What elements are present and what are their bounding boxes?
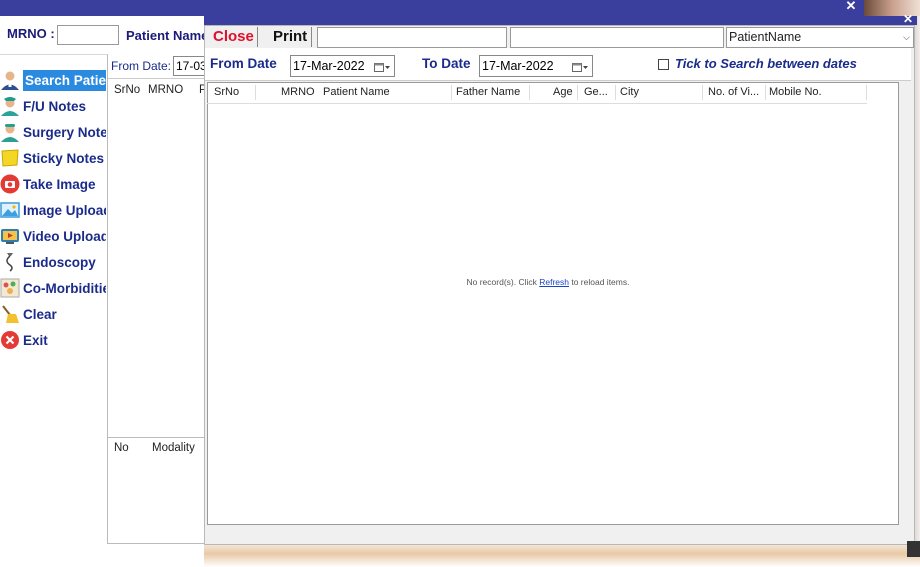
chevron-down-icon: ⌵ [903,32,910,42]
from-date-value: 17-Mar-2022 [293,59,365,73]
search-input-secondary[interactable] [510,27,724,48]
grid-column-divider [702,85,703,100]
menu-item-label: Exit [23,332,48,348]
patient-name-label: Patient Name [126,28,209,43]
empty-message-text-end: to reload items. [569,277,630,287]
mid-grid-header-no: No [114,442,129,454]
search-field-select[interactable]: PatientName ⌵ [726,27,914,48]
mid-from-date-label: From Date: [111,59,172,73]
menu-item-label: Co-Morbidities [23,280,106,296]
comorbidity-icon [0,278,20,298]
mid-patient-grid[interactable]: SrNo MRNO P [108,78,207,436]
scrollbar-corner [907,541,920,557]
grid-header-srno[interactable]: SrNo [214,86,239,98]
to-date-label: To Date [422,56,471,71]
grid-header-patient-name[interactable]: Patient Name [323,86,390,98]
dialog-titlebar [204,16,917,25]
menu-item-label: Search Patient [23,69,106,91]
calendar-icon[interactable] [374,60,390,72]
menu-item-sticky-notes[interactable]: Sticky Notes [0,146,106,170]
menu-item-label: Clear [23,306,57,322]
grid-column-divider [255,85,256,100]
mid-from-date-input[interactable]: 17-03 [173,56,208,76]
empty-grid-message: No record(s). Click Refresh to reload it… [207,277,889,287]
grid-column-divider [577,85,578,100]
refresh-link[interactable]: Refresh [539,277,569,287]
mrno-input[interactable] [57,25,119,45]
menu-item-label: Surgery Notes [23,124,106,140]
broom-icon [0,304,20,324]
menu-item-exit[interactable]: Exit [0,328,106,352]
print-button[interactable]: Print [269,27,313,47]
patient-results-grid[interactable] [207,82,899,525]
camera-icon [0,174,20,194]
empty-message-text: No record(s). Click [466,277,540,287]
sticky-note-icon [0,148,20,168]
menu-item-take-image[interactable]: Take Image [0,172,106,196]
menu-item-endoscopy[interactable]: Endoscopy [0,250,106,274]
menu-item-label: Sticky Notes [23,150,105,166]
date-range-checkbox[interactable] [658,59,669,70]
background-titlebar [0,0,920,16]
menu-item-co-morbidities[interactable]: Co-Morbidities [0,276,106,300]
menu-item-fu-notes[interactable]: F/U Notes [0,94,106,118]
grid-column-divider [866,85,867,100]
endoscope-icon [0,252,20,272]
grid-header-father-name[interactable]: Father Name [456,86,520,98]
mid-modality-grid[interactable]: No Modality [108,437,204,543]
surgeon-icon [0,122,20,142]
close-button[interactable]: Close [210,27,258,47]
grid-header-city[interactable]: City [620,86,639,98]
mid-grid-header-mrno: MRNO [148,84,184,96]
search-field-value: PatientName [729,30,802,44]
to-date-picker[interactable]: 17-Mar-2022 [479,55,593,77]
grid-header-visits[interactable]: No. of Vi... [708,86,759,98]
grid-header-row: SrNo MRNO Patient Name Father Name Age G… [207,82,867,104]
menu-item-surgery-notes[interactable]: Surgery Notes [0,120,106,144]
menu-item-label: Take Image [23,176,96,192]
exit-icon [0,330,20,350]
doctor-icon [0,70,20,90]
menu-item-image-upload[interactable]: Image Upload [0,198,106,222]
grid-column-divider [765,85,766,100]
grid-column-divider [615,85,616,100]
from-date-picker[interactable]: 17-Mar-2022 [290,55,395,77]
date-range-checkbox-label[interactable]: Tick to Search between dates [675,56,857,71]
calendar-icon[interactable] [572,60,588,72]
menu-item-label: F/U Notes [23,98,87,114]
grid-column-divider [529,85,530,100]
grid-header-age[interactable]: Age [553,86,573,98]
grid-header-gender[interactable]: Ge... [584,86,608,98]
background-bottom-strip [204,543,920,567]
menu-item-video-upload[interactable]: Video Upload [0,224,106,248]
dialog-close-icon[interactable]: ✕ [900,12,916,26]
search-input[interactable] [317,27,507,48]
to-date-value: 17-Mar-2022 [482,59,554,73]
menu-item-label: Endoscopy [23,254,96,270]
mid-grid-header-srno: SrNo [114,84,141,96]
grid-header-mobile[interactable]: Mobile No. [769,86,822,98]
menu-item-label: Image Upload [23,202,106,218]
grid-header-mrno[interactable]: MRNO [281,86,315,98]
menu-item-label: Video Upload [23,228,106,244]
video-icon [0,226,20,246]
background-close-icon[interactable]: ✕ [843,0,859,14]
image-icon [0,200,20,220]
nurse-icon [0,96,20,116]
grid-column-divider [451,85,452,100]
from-date-label: From Date [210,56,277,71]
mid-grid-header-modality: Modality [152,442,195,454]
menu-item-clear[interactable]: Clear [0,302,106,326]
menu-item-search-patient[interactable]: Search Patient [0,68,106,92]
mrno-label: MRNO : [7,26,55,41]
